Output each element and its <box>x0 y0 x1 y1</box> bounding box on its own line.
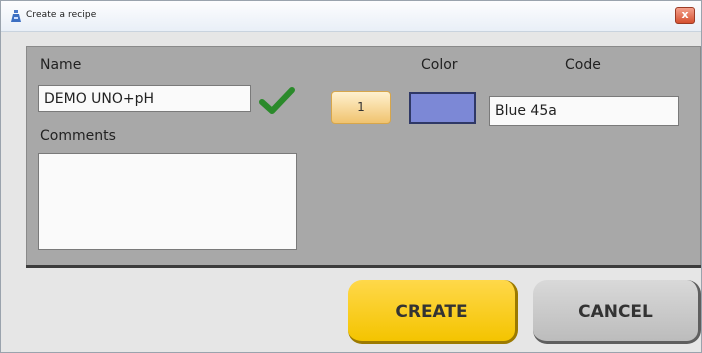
window-title: Create a recipe <box>26 10 97 20</box>
recipe-number-button[interactable]: 1 <box>331 91 391 124</box>
color-swatch[interactable] <box>409 92 476 124</box>
name-input[interactable] <box>38 85 251 112</box>
title-bar[interactable]: Create a recipe x <box>1 1 701 32</box>
close-button[interactable]: x <box>675 7 695 24</box>
code-input[interactable] <box>489 96 679 126</box>
comments-label: Comments <box>40 128 116 144</box>
checkmark-icon <box>259 87 295 114</box>
code-label: Code <box>565 57 601 73</box>
create-recipe-dialog: Create a recipe x Name Comments Color Co… <box>0 0 702 353</box>
comments-textarea[interactable] <box>38 153 297 250</box>
name-label: Name <box>40 57 82 73</box>
recipe-app-icon <box>11 10 21 22</box>
create-button[interactable]: CREATE <box>348 280 518 344</box>
cancel-button[interactable]: CANCEL <box>533 280 701 344</box>
panel-divider <box>26 265 701 268</box>
close-icon: x <box>681 8 689 21</box>
color-label: Color <box>421 57 458 73</box>
